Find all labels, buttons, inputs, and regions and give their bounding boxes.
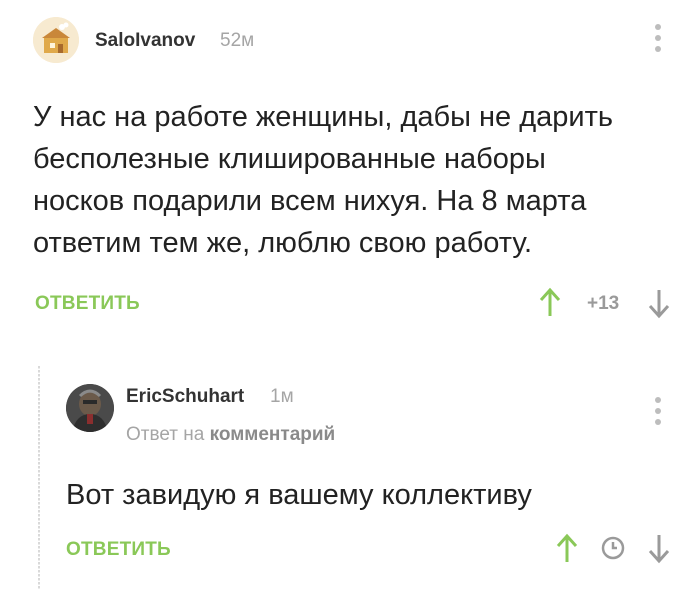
reply-to-link[interactable]: комментарий: [210, 424, 336, 445]
timestamp: 1м: [270, 386, 294, 407]
more-options-icon[interactable]: [653, 24, 663, 54]
reply-button[interactable]: ОТВЕТИТЬ: [66, 539, 171, 561]
comment-text: У нас на работе женщины, дабы не дарить …: [33, 101, 613, 259]
rating-count: +13: [587, 293, 620, 314]
thread-line: [38, 366, 40, 590]
downvote-arrow-icon[interactable]: [648, 289, 670, 319]
upvote-arrow-icon[interactable]: [556, 533, 578, 563]
house-avatar-icon: [33, 17, 79, 63]
reply-button[interactable]: ОТВЕТИТЬ: [35, 293, 140, 315]
username[interactable]: SaloIvanov: [95, 30, 195, 52]
avatar[interactable]: [33, 17, 79, 63]
clock-icon[interactable]: [600, 535, 626, 561]
upvote-arrow-icon[interactable]: [539, 287, 561, 317]
avatar[interactable]: [66, 384, 114, 432]
reply-to-line: Ответ на комментарий: [126, 424, 335, 446]
username[interactable]: EricSchuhart: [126, 386, 244, 408]
comment-text: Вот завидую я вашему коллективу: [66, 479, 532, 511]
reply-to-prefix: Ответ на: [126, 424, 205, 445]
more-options-icon[interactable]: [653, 397, 663, 427]
warrior-avatar-icon: [66, 384, 114, 432]
downvote-arrow-icon[interactable]: [648, 534, 670, 564]
timestamp: 52м: [220, 30, 255, 51]
